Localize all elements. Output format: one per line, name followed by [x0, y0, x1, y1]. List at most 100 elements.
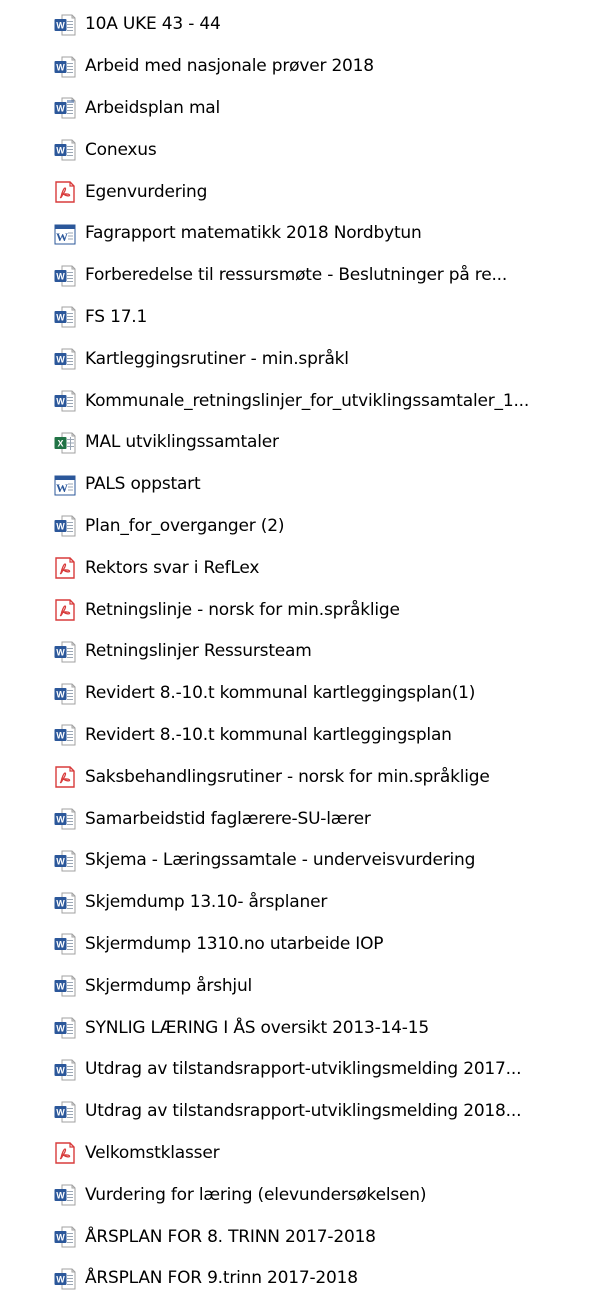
svg-text:W: W: [56, 982, 65, 992]
file-item[interactable]: W ÅRSPLAN FOR 9.trinn 2017-2018: [40, 1258, 614, 1300]
file-item[interactable]: Retningslinje - norsk for min.språklige: [40, 589, 614, 631]
svg-text:W: W: [56, 230, 68, 244]
svg-text:W: W: [56, 313, 65, 323]
svg-text:W: W: [56, 1274, 65, 1284]
file-item[interactable]: W FS 17.1: [40, 297, 614, 339]
word-doc-icon: W: [53, 347, 77, 371]
file-name: Utdrag av tilstandsrapport-utviklingsmel…: [85, 1059, 522, 1080]
word-doc-icon: W: [53, 514, 77, 538]
file-name: Skjema - Læringssamtale - underveisvurde…: [85, 850, 476, 871]
word-doc-icon: W: [53, 932, 77, 956]
file-name: Saksbehandlingsrutiner - norsk for min.s…: [85, 766, 490, 787]
svg-text:W: W: [56, 1065, 65, 1075]
svg-text:W: W: [56, 397, 65, 407]
word-doc-icon: W: [53, 640, 77, 664]
file-item[interactable]: W Arbeidsplan mal: [40, 88, 614, 130]
word-doc-icon: W: [53, 974, 77, 998]
file-name: Vurdering for læring (elevundersøkelsen): [85, 1184, 427, 1205]
word-doc-icon: W: [53, 1183, 77, 1207]
svg-text:W: W: [56, 1107, 65, 1117]
file-item[interactable]: W Vurdering for læring (elevundersøkelsen…: [40, 1174, 614, 1216]
file-item[interactable]: W Skjemdump 13.10- årsplaner: [40, 882, 614, 924]
file-item[interactable]: W Samarbeidstid faglærere-SU-lærer: [40, 798, 614, 840]
file-item[interactable]: W Conexus: [40, 129, 614, 171]
file-item[interactable]: Egenvurdering: [40, 171, 614, 213]
file-name: Revidert 8.-10.t kommunal kartleggingspl…: [85, 683, 476, 704]
file-item[interactable]: W ÅRSPLAN FOR 8. TRINN 2017-2018: [40, 1216, 614, 1258]
file-name: ÅRSPLAN FOR 8. TRINN 2017-2018: [85, 1226, 376, 1247]
svg-text:X: X: [57, 438, 63, 448]
file-item[interactable]: W Kommunale_retningslinjer_for_utviklings…: [40, 380, 614, 422]
svg-text:W: W: [56, 481, 68, 495]
file-item[interactable]: Rektors svar i RefLex: [40, 547, 614, 589]
file-name: Retningslinjer Ressursteam: [85, 641, 312, 662]
svg-text:W: W: [56, 647, 65, 657]
file-item[interactable]: W SYNLIG LÆRING I ÅS oversikt 2013-14-15: [40, 1007, 614, 1049]
file-name: Conexus: [85, 139, 157, 160]
word-doc-icon: W: [53, 1225, 77, 1249]
file-name: MAL utviklingssamtaler: [85, 432, 279, 453]
file-name: Forberedelse til ressursmøte - Beslutnin…: [85, 265, 508, 286]
file-item[interactable]: Saksbehandlingsrutiner - norsk for min.s…: [40, 756, 614, 798]
svg-text:W: W: [56, 1191, 65, 1201]
file-name: 10A UKE 43 - 44: [85, 14, 221, 35]
svg-text:W: W: [56, 146, 65, 156]
file-name: Arbeidsplan mal: [85, 97, 221, 118]
pdf-icon: [53, 765, 77, 789]
svg-text:W: W: [56, 1233, 65, 1243]
pdf-icon: [53, 598, 77, 622]
svg-text:W: W: [56, 815, 65, 825]
svg-text:W: W: [56, 62, 65, 72]
file-item[interactable]: W PALS oppstart: [40, 464, 614, 506]
file-name: Skjemdump 13.10- årsplaner: [85, 892, 328, 913]
file-item[interactable]: W Retningslinjer Ressursteam: [40, 631, 614, 673]
word-doc-icon: W: [53, 891, 77, 915]
file-item[interactable]: W Fagrapport matematikk 2018 Nordbytun: [40, 213, 614, 255]
word-doc-icon: W: [53, 1058, 77, 1082]
file-item[interactable]: W Utdrag av tilstandsrapport-utviklingsme…: [40, 1091, 614, 1133]
file-item[interactable]: W 10A UKE 43 - 44: [40, 4, 614, 46]
file-name: Arbeid med nasjonale prøver 2018: [85, 56, 374, 77]
word-legacy-icon: W: [53, 222, 77, 246]
file-item[interactable]: W Revidert 8.-10.t kommunal kartleggingsp…: [40, 673, 614, 715]
file-name: PALS oppstart: [85, 474, 201, 495]
file-item[interactable]: W Kartleggingsrutiner - min.språkl: [40, 338, 614, 380]
excel-icon: X: [53, 431, 77, 455]
file-name: Plan_for_overganger (2): [85, 515, 285, 536]
file-name: Retningslinje - norsk for min.språklige: [85, 599, 400, 620]
word-doc-icon: W: [53, 1267, 77, 1291]
svg-text:W: W: [56, 355, 65, 365]
word-legacy-icon: W: [53, 473, 77, 497]
svg-text:W: W: [56, 522, 65, 532]
word-template-icon: W: [53, 96, 77, 120]
svg-text:W: W: [56, 689, 65, 699]
file-item[interactable]: W Revidert 8.-10.t kommunal kartleggingsp…: [40, 715, 614, 757]
file-item[interactable]: Velkomstklasser: [40, 1133, 614, 1175]
word-doc-icon: W: [53, 305, 77, 329]
file-name: Samarbeidstid faglærere-SU-lærer: [85, 808, 371, 829]
file-name: Kommunale_retningslinjer_for_utviklingss…: [85, 390, 530, 411]
file-item[interactable]: X MAL utviklingssamtaler: [40, 422, 614, 464]
file-item[interactable]: W Plan_for_overganger (2): [40, 506, 614, 548]
file-name: Velkomstklasser: [85, 1142, 220, 1163]
file-item[interactable]: W Skjema - Læringssamtale - underveisvurd…: [40, 840, 614, 882]
file-list: W 10A UKE 43 - 44 W Arbeid med nasjonale p…: [0, 0, 614, 1300]
file-name: Egenvurdering: [85, 181, 208, 202]
file-item[interactable]: W Arbeid med nasjonale prøver 2018: [40, 46, 614, 88]
word-doc-icon: W: [53, 55, 77, 79]
word-doc-icon: W: [53, 849, 77, 873]
svg-text:W: W: [56, 731, 65, 741]
file-name: Utdrag av tilstandsrapport-utviklingsmel…: [85, 1101, 522, 1122]
file-item[interactable]: W Utdrag av tilstandsrapport-utviklingsme…: [40, 1049, 614, 1091]
pdf-icon: [53, 1141, 77, 1165]
file-item[interactable]: W Skjermdump 1310.no utarbeide IOP: [40, 924, 614, 966]
file-name: Kartleggingsrutiner - min.språkl: [85, 348, 349, 369]
pdf-icon: [53, 556, 77, 580]
file-item[interactable]: W Forberedelse til ressursmøte - Beslutni…: [40, 255, 614, 297]
file-name: Revidert 8.-10.t kommunal kartleggingspl…: [85, 724, 452, 745]
file-name: Rektors svar i RefLex: [85, 557, 260, 578]
file-item[interactable]: W Skjermdump årshjul: [40, 965, 614, 1007]
file-name: Fagrapport matematikk 2018 Nordbytun: [85, 223, 422, 244]
svg-text:W: W: [56, 856, 65, 866]
word-doc-icon: W: [53, 723, 77, 747]
